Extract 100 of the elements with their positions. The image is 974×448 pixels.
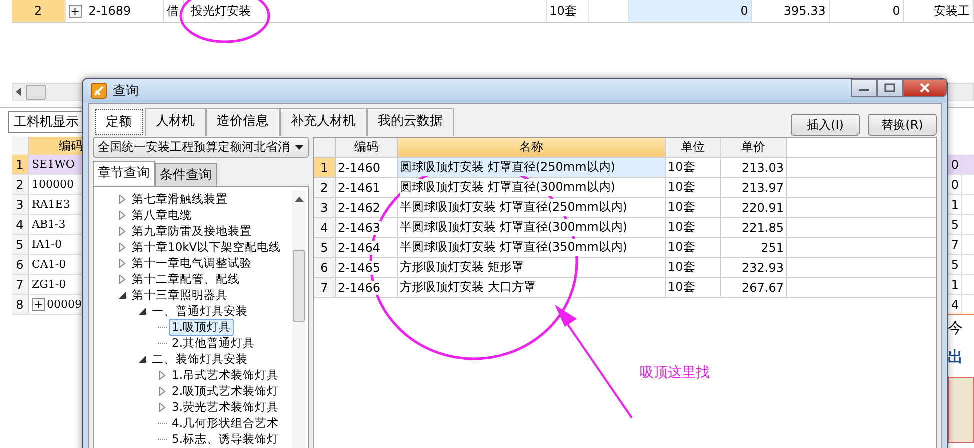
row-number: 6 (314, 258, 336, 277)
tab[interactable]: 我的云数据 (367, 108, 454, 136)
row-number: 8 (12, 295, 29, 314)
scroll-up-icon[interactable] (294, 197, 304, 202)
tab[interactable]: 定额 (95, 109, 143, 135)
table-cell: 0 (830, 0, 904, 22)
scroll-left-icon[interactable] (16, 88, 21, 96)
expand-icon[interactable] (118, 194, 127, 204)
table-cell: 2-1466 (336, 278, 398, 297)
table-cell: 213.97 (721, 178, 787, 197)
table-cell: 半圆球吸顶灯安装 灯罩直径(350mm以内) (398, 238, 666, 257)
table-cell: 2-1462 (336, 198, 398, 217)
collapse-icon[interactable] (138, 354, 147, 364)
table-cell: 安装工 (904, 0, 974, 22)
app-icon (91, 83, 107, 99)
table-cell: 0 (629, 0, 752, 22)
expand-icon[interactable] (118, 226, 127, 236)
expand-icon[interactable] (158, 386, 167, 396)
table-cell: 2-1463 (336, 218, 398, 237)
table-cell: 10套 (666, 198, 721, 217)
table-cell: 圆球吸顶灯安装 灯罩直径(300mm以内) (398, 178, 666, 197)
expand-button[interactable]: + (32, 298, 45, 311)
column-header[interactable]: 编码 (336, 138, 398, 157)
scroll-thumb[interactable] (26, 84, 46, 100)
close-icon (919, 83, 931, 93)
tree-item[interactable]: 5.标志、诱导装饰灯 (169, 430, 282, 448)
table-cell: 半圆球吸顶灯安装 灯罩直径(250mm以内) (398, 198, 666, 217)
row-number: 7 (12, 275, 29, 294)
row-number: 6 (12, 255, 29, 274)
expand-icon[interactable] (118, 258, 127, 268)
table-cell (962, 155, 974, 174)
maximize-button[interactable] (877, 79, 903, 97)
caret-icon (295, 145, 304, 150)
row-number: 3 (314, 198, 336, 217)
row-number: 1 (314, 158, 336, 177)
column-header[interactable]: 单价 (721, 138, 787, 157)
expand-icon[interactable] (118, 274, 127, 284)
table-cell: 2-1461 (336, 178, 398, 197)
expand-icon[interactable] (158, 402, 167, 412)
collapse-icon[interactable] (118, 290, 127, 300)
tree-item[interactable]: 4.几何形状组合艺术 (169, 414, 282, 432)
expand-icon[interactable] (118, 242, 127, 252)
tab[interactable]: 章节查询 (93, 161, 155, 186)
dialog-button[interactable]: 替换(R) (868, 114, 937, 136)
library-dropdown[interactable]: 全国统一安装工程预算定额河北省消 (93, 137, 309, 158)
expand-button[interactable]: + (68, 4, 82, 18)
row-number: 1 (12, 155, 29, 174)
table-cell: 10套 (546, 0, 590, 22)
column-header[interactable]: 单位 (666, 138, 721, 157)
row-number: 4 (314, 218, 336, 237)
table-cell: 232.93 (721, 258, 787, 277)
tree-item[interactable]: 1.吊式艺术装饰灯具 (169, 366, 282, 384)
tab[interactable]: 人材机 (145, 108, 206, 136)
tree-item[interactable]: 2.其他普通灯具 (169, 334, 258, 352)
tree-item[interactable]: 2.吸顶式艺术装饰灯 (169, 382, 282, 400)
dialog-button[interactable]: 插入(I) (791, 114, 860, 136)
row-number: 2 (12, 175, 29, 194)
table-cell: 10套 (666, 218, 721, 237)
maximize-icon (884, 83, 896, 93)
table-cell: 395.33 (752, 0, 830, 22)
row-number: 5 (12, 235, 29, 254)
row-number: 4 (12, 215, 29, 234)
tree-item[interactable]: 二、装饰灯具安装 (149, 350, 251, 368)
photo-placeholder (948, 377, 974, 443)
column-header[interactable]: 名称 (398, 138, 666, 157)
expand-icon[interactable] (158, 370, 167, 380)
table-cell: 半圆球吸顶灯安装 灯罩直径(300mm以内) (398, 218, 666, 237)
tab[interactable]: 补充人材机 (280, 108, 367, 136)
expand-icon[interactable] (118, 210, 127, 220)
table-cell: 10套 (666, 158, 721, 177)
table-cell: 0 (948, 155, 962, 174)
row-number: 5 (314, 238, 336, 257)
news-text: 今 (948, 319, 964, 338)
table-cell: 2-1460 (336, 158, 398, 177)
tree-item[interactable]: 一、普通灯具安装 (149, 302, 251, 320)
table-cell: 方形吸顶灯安装 矩形罩 (398, 258, 666, 277)
table-cell: 2-1464 (336, 238, 398, 257)
close-button[interactable] (903, 79, 947, 97)
tree-item[interactable]: 3.荧光艺术装饰灯具 (169, 398, 282, 416)
annotation-text: 吸顶这里找 (640, 364, 710, 382)
window-title: 查询 (113, 83, 139, 100)
table-cell: 251 (721, 238, 787, 257)
row-number: 7 (314, 278, 336, 297)
table-cell: 借 (164, 0, 184, 22)
minimize-button[interactable] (851, 79, 877, 97)
panel-tab[interactable]: 工料机显示 (8, 111, 85, 133)
table-cell: 投光灯安装 (184, 0, 547, 22)
table-cell: 267.67 (721, 278, 787, 297)
collapse-icon[interactable] (138, 306, 147, 316)
table-cell: 213.03 (721, 158, 787, 177)
table-cell: 方形吸顶灯安装 大口方罩 (398, 278, 666, 297)
tree-item[interactable]: 1.吸顶灯具 (169, 318, 234, 336)
tab[interactable]: 条件查询 (155, 163, 217, 186)
scroll-thumb[interactable] (293, 250, 305, 322)
vertical-scrollbar[interactable] (292, 191, 306, 448)
table-cell: 2-1465 (336, 258, 398, 277)
row-number: 2 (12, 0, 66, 22)
row-number: 3 (12, 195, 29, 214)
tab[interactable]: 造价信息 (206, 108, 280, 136)
table-cell: 10套 (666, 238, 721, 257)
